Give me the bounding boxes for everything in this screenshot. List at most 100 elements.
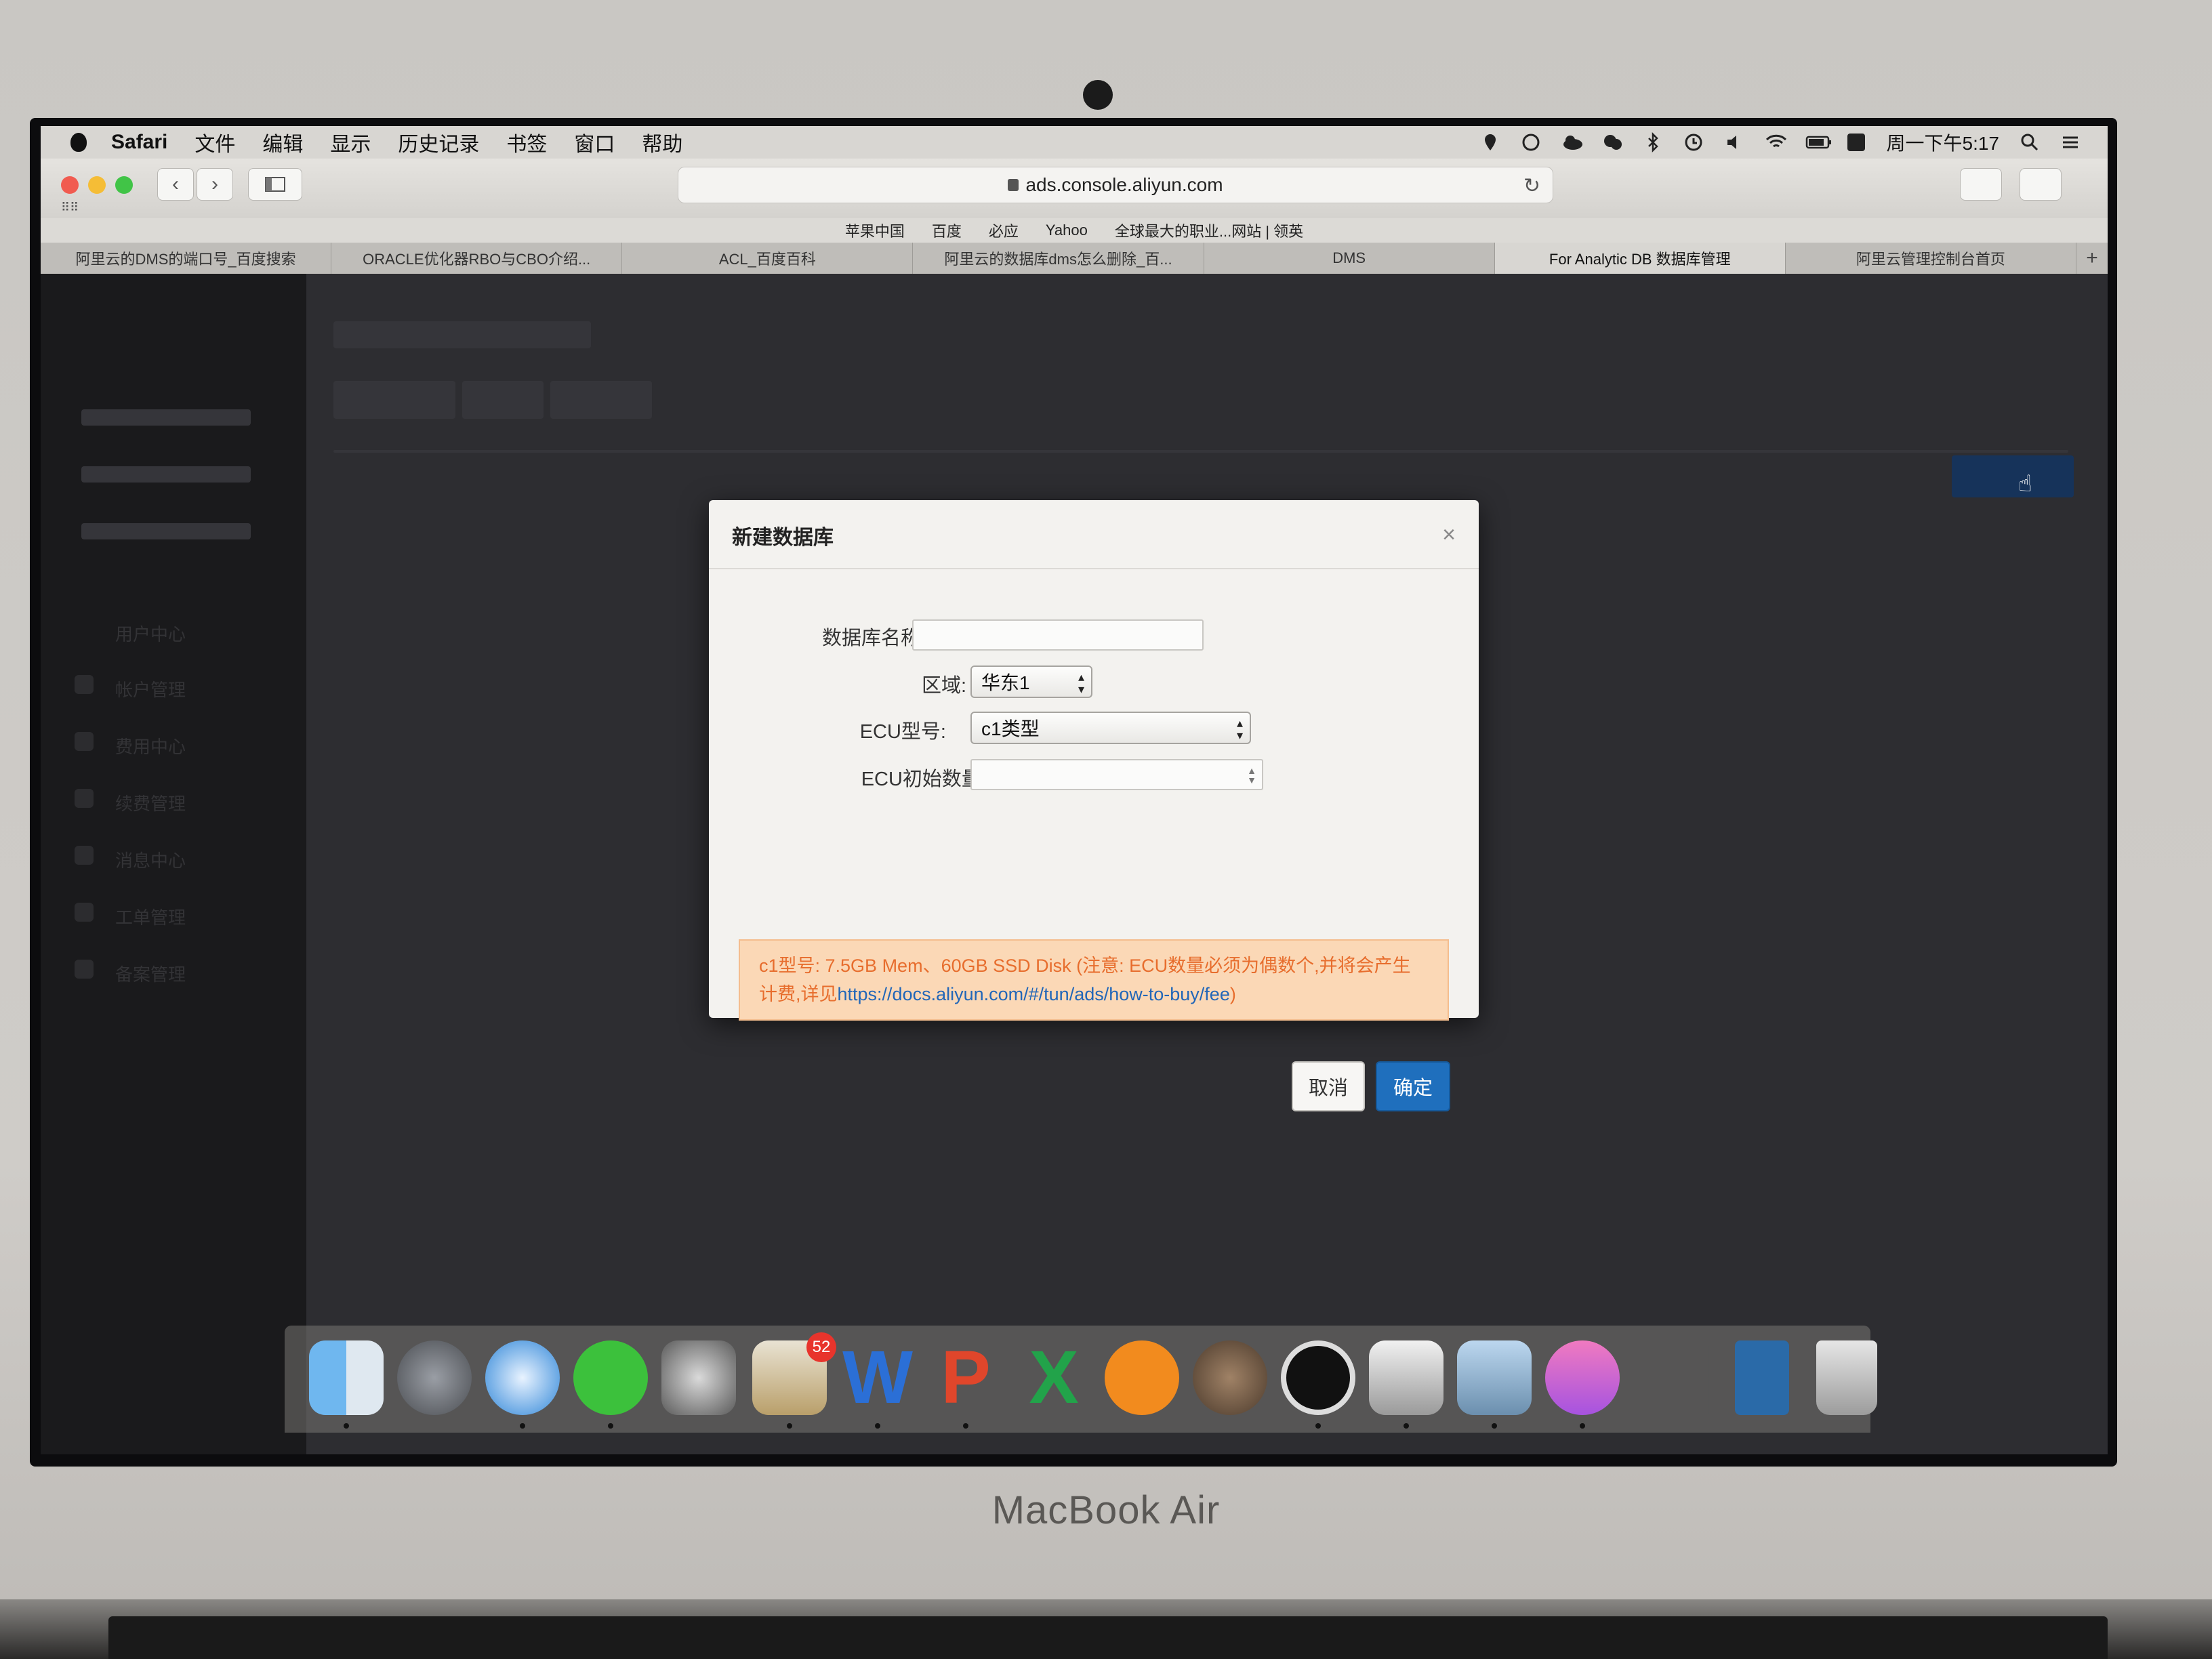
trash-icon[interactable] bbox=[1816, 1340, 1877, 1415]
menu-safari[interactable]: Safari bbox=[111, 131, 167, 154]
apple-icon[interactable] bbox=[70, 133, 87, 152]
browser-toolbar: ‹ › ads.console.aliyun.com ↻ ⠿⠿ bbox=[41, 159, 2108, 219]
select-arrows-icon: ▴ ▾ bbox=[1078, 670, 1084, 696]
sidebar-item-account[interactable]: 帐户管理 bbox=[115, 676, 186, 701]
wifi-icon[interactable] bbox=[1765, 132, 1786, 152]
favorite-bing[interactable]: 必应 bbox=[989, 220, 1019, 241]
tab-aliyun-console-home[interactable]: 阿里云管理控制台首页 bbox=[1786, 243, 2076, 274]
tab-acl-baike[interactable]: ACL_百度百科 bbox=[622, 243, 914, 274]
status-area: 周一下午5:17 bbox=[1480, 126, 2081, 159]
tab-dms-delete-search[interactable]: 阿里云的数据库dms怎么删除_百... bbox=[913, 243, 1204, 274]
safari-icon[interactable] bbox=[485, 1340, 560, 1415]
favorite-yahoo[interactable]: Yahoo bbox=[1046, 222, 1088, 239]
cloud-icon[interactable] bbox=[1561, 132, 1582, 152]
volume-icon[interactable] bbox=[1724, 132, 1744, 152]
create-database-button-dimmed[interactable] bbox=[1952, 455, 2074, 497]
input-method-icon[interactable] bbox=[1846, 132, 1866, 152]
sidebar-item-tickets[interactable]: 工单管理 bbox=[115, 904, 186, 929]
tab-analytic-db[interactable]: For Analytic DB 数据库管理 bbox=[1494, 243, 1786, 274]
sidebar-item-user-center[interactable]: 用户中心 bbox=[115, 621, 186, 646]
favorite-linkedin[interactable]: 全球最大的职业...网站 | 领英 bbox=[1115, 220, 1303, 241]
close-icon[interactable]: × bbox=[1442, 522, 1456, 548]
region-label: 区域: bbox=[921, 675, 966, 697]
minimize-window-button[interactable] bbox=[88, 176, 106, 194]
ecu-count-stepper[interactable]: ▲ ▼ bbox=[970, 759, 1263, 790]
sidebar-item-filing[interactable]: 备案管理 bbox=[115, 961, 186, 986]
tab-dms[interactable]: DMS bbox=[1204, 243, 1495, 274]
cancel-button[interactable]: 取消 bbox=[1292, 1061, 1365, 1111]
menu-edit[interactable]: 编辑 bbox=[262, 127, 303, 157]
zoom-window-button[interactable] bbox=[115, 176, 133, 194]
location-icon[interactable] bbox=[1480, 132, 1500, 152]
confirm-button[interactable]: 确定 bbox=[1376, 1061, 1450, 1111]
new-tab-button[interactable]: + bbox=[2076, 243, 2108, 274]
page-title-placeholder bbox=[333, 321, 591, 348]
sidebar-placeholder bbox=[81, 523, 251, 539]
tab-overview-button[interactable] bbox=[2020, 168, 2062, 201]
scroll-icon[interactable] bbox=[1193, 1340, 1267, 1415]
favorite-baidu[interactable]: 百度 bbox=[932, 220, 962, 241]
menu-file[interactable]: 文件 bbox=[194, 127, 235, 157]
address-bar[interactable]: ads.console.aliyun.com ↻ bbox=[678, 167, 1553, 203]
ecu-type-select[interactable]: c1类型 ▴ ▾ bbox=[970, 712, 1251, 744]
word-icon[interactable]: W bbox=[840, 1340, 915, 1415]
region-select[interactable]: 华东1 ▴ ▾ bbox=[970, 665, 1092, 698]
notification-center-icon[interactable] bbox=[2060, 132, 2081, 152]
running-indicator bbox=[520, 1423, 525, 1429]
menu-help[interactable]: 帮助 bbox=[642, 127, 682, 157]
menu-bookmarks[interactable]: 书签 bbox=[506, 127, 547, 157]
favorite-apple-china[interactable]: 苹果中国 bbox=[845, 220, 905, 241]
system-preferences-icon[interactable] bbox=[661, 1340, 736, 1415]
battery-icon[interactable] bbox=[1805, 132, 1831, 152]
sidebar-item-billing[interactable]: 费用中心 bbox=[115, 733, 186, 758]
back-button[interactable]: ‹ bbox=[157, 168, 194, 201]
menu-history[interactable]: 历史记录 bbox=[398, 127, 479, 157]
bluetooth-icon[interactable] bbox=[1643, 131, 1663, 153]
excel-icon[interactable]: X bbox=[1017, 1340, 1091, 1415]
share-button[interactable] bbox=[1960, 168, 2002, 201]
tab-placeholder bbox=[333, 381, 455, 419]
screen: Safari 文件 编辑 显示 历史记录 书签 窗口 帮助 周一下午5:17 ‹ bbox=[41, 126, 2108, 1454]
dialog-header: 新建数据库 × bbox=[709, 500, 1479, 569]
photos-icon[interactable] bbox=[1457, 1340, 1532, 1415]
ibooks-icon[interactable] bbox=[1105, 1340, 1179, 1415]
reload-icon[interactable]: ↻ bbox=[1523, 174, 1540, 198]
launchpad-icon[interactable] bbox=[397, 1340, 472, 1415]
time-machine-icon[interactable] bbox=[1683, 132, 1704, 152]
menu-window[interactable]: 窗口 bbox=[574, 127, 615, 157]
itunes-icon[interactable] bbox=[1545, 1340, 1620, 1415]
menu-bar: Safari 文件 编辑 显示 历史记录 书签 窗口 帮助 周一下午5:17 bbox=[41, 126, 2108, 159]
running-indicator bbox=[963, 1423, 968, 1429]
menubar-clock[interactable]: 周一下午5:17 bbox=[1887, 129, 2000, 156]
finder-icon[interactable] bbox=[309, 1340, 384, 1415]
running-indicator bbox=[608, 1423, 613, 1429]
tab-oracle-optimizer[interactable]: ORACLE优化器RBO与CBO介绍... bbox=[331, 243, 623, 274]
document-icon[interactable] bbox=[1735, 1340, 1789, 1415]
favorites-bar: 苹果中国 百度 必应 Yahoo 全球最大的职业...网站 | 领英 bbox=[41, 218, 2108, 243]
spotlight-icon[interactable] bbox=[2020, 132, 2040, 152]
sync-icon[interactable] bbox=[1281, 1340, 1355, 1415]
powerpoint-icon[interactable]: P bbox=[928, 1340, 1003, 1415]
db-name-input[interactable] bbox=[912, 619, 1204, 651]
stepper-arrows-icon[interactable]: ▲ ▼ bbox=[1247, 766, 1256, 785]
wechat-status-icon[interactable] bbox=[1602, 132, 1622, 152]
sidebar-item-messages[interactable]: 消息中心 bbox=[115, 847, 186, 872]
camera-icon bbox=[1083, 80, 1113, 110]
sidebar-toggle-button[interactable] bbox=[248, 168, 302, 201]
sidebar-item-renewal[interactable]: 续费管理 bbox=[115, 790, 186, 815]
running-indicator bbox=[1492, 1423, 1497, 1429]
pricing-doc-link[interactable]: https://docs.aliyun.com/#/tun/ads/how-to… bbox=[838, 984, 1230, 1004]
ticket-icon bbox=[75, 903, 94, 922]
db-name-label: 数据库名称: bbox=[821, 628, 926, 649]
close-window-button[interactable] bbox=[61, 176, 79, 194]
ecu-type-select-value: c1类型 bbox=[981, 718, 1040, 739]
wechat-icon[interactable] bbox=[573, 1340, 648, 1415]
ecu-count-label: ECU初始数量: bbox=[861, 769, 987, 790]
vpn-icon[interactable] bbox=[1521, 132, 1541, 152]
tab-dms-port-search[interactable]: 阿里云的DMS的端口号_百度搜索 bbox=[41, 243, 332, 274]
forward-button[interactable]: › bbox=[197, 168, 233, 201]
console-sidebar: 用户中心 帐户管理 费用中心 续费管理 消息中心 工单管理 备案管理 bbox=[41, 274, 306, 1454]
menu-view[interactable]: 显示 bbox=[330, 127, 371, 157]
top-sites-icon[interactable]: ⠿⠿ bbox=[61, 201, 79, 215]
mission-control-icon[interactable] bbox=[1369, 1340, 1443, 1415]
